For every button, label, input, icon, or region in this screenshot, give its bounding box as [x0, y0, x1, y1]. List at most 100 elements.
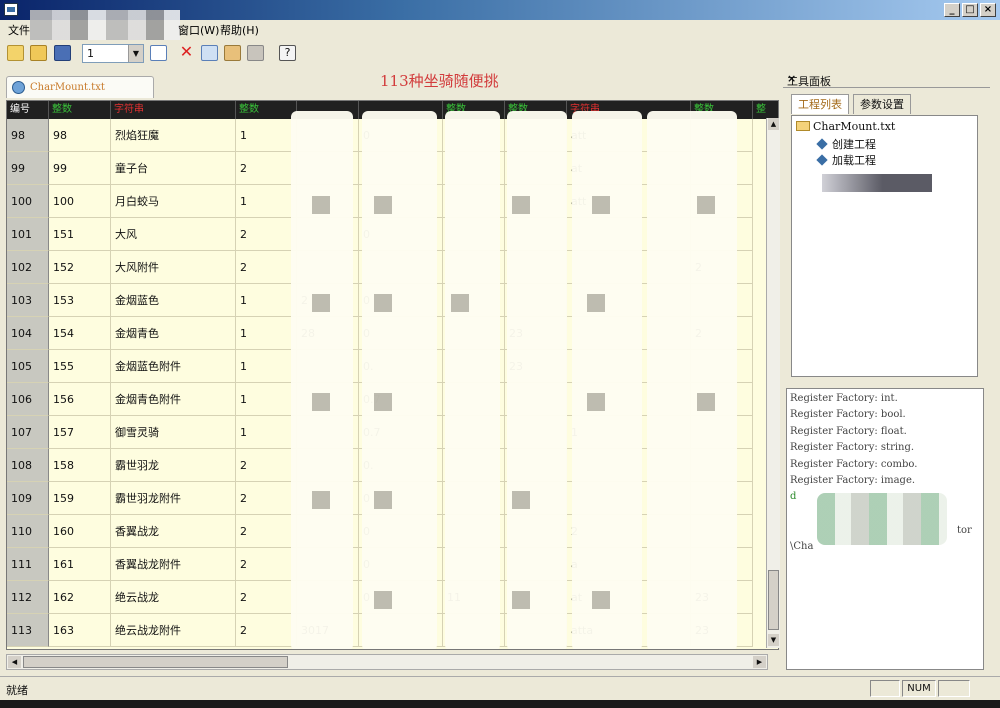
- table-cell[interactable]: 2: [297, 284, 359, 317]
- table-cell[interactable]: [691, 119, 753, 152]
- new-icon[interactable]: [7, 45, 24, 61]
- save-icon[interactable]: [54, 45, 71, 61]
- table-cell[interactable]: 2: [236, 152, 297, 185]
- table-row[interactable]: 98 98 烈焰狂魔 1 0 att: [7, 119, 778, 152]
- table-cell[interactable]: [691, 185, 753, 218]
- table-cell[interactable]: [297, 482, 359, 515]
- tree-item-create-project[interactable]: 创建工程: [816, 136, 876, 152]
- table-row[interactable]: 104 154 金烟青色 1 28 0 23 2: [7, 317, 778, 350]
- table-cell[interactable]: 159: [49, 482, 111, 515]
- table-cell[interactable]: [443, 218, 505, 251]
- table-cell[interactable]: 0.: [359, 449, 443, 482]
- menu-window[interactable]: 窗口(W): [178, 22, 219, 38]
- row-number[interactable]: 106: [7, 383, 49, 416]
- row-number[interactable]: 99: [7, 152, 49, 185]
- table-cell[interactable]: 2: [691, 317, 753, 350]
- table-cell[interactable]: [359, 152, 443, 185]
- open-icon[interactable]: [30, 45, 47, 61]
- table-cell[interactable]: 0: [359, 119, 443, 152]
- table-cell[interactable]: 100: [49, 185, 111, 218]
- table-cell[interactable]: [691, 350, 753, 383]
- column-header[interactable]: 整数: [236, 101, 297, 119]
- table-cell[interactable]: 1: [236, 416, 297, 449]
- menu-file[interactable]: 文件: [8, 22, 30, 38]
- table-cell[interactable]: 2: [236, 548, 297, 581]
- column-header[interactable]: 整数: [691, 101, 753, 119]
- table-cell[interactable]: [297, 548, 359, 581]
- scroll-up-arrow-icon[interactable]: ▲: [768, 118, 779, 130]
- table-cell[interactable]: 153: [49, 284, 111, 317]
- table-cell[interactable]: [297, 350, 359, 383]
- table-row[interactable]: 107 157 御雪灵骑 1 0.7 1: [7, 416, 778, 449]
- table-cell[interactable]: 2: [567, 515, 691, 548]
- table-cell[interactable]: 154: [49, 317, 111, 350]
- table-cell[interactable]: [359, 185, 443, 218]
- table-cell[interactable]: [505, 185, 567, 218]
- table-cell[interactable]: 11: [443, 581, 505, 614]
- table-cell[interactable]: [505, 383, 567, 416]
- table-cell[interactable]: 绝云战龙附件: [111, 614, 236, 647]
- column-header[interactable]: [359, 101, 443, 119]
- table-cell[interactable]: [505, 581, 567, 614]
- table-cell[interactable]: 1: [236, 317, 297, 350]
- table-cell[interactable]: 2: [236, 482, 297, 515]
- table-cell[interactable]: [443, 515, 505, 548]
- menu-help[interactable]: 帮助(H): [220, 22, 259, 38]
- table-cell[interactable]: [505, 614, 567, 647]
- table-cell[interactable]: [297, 449, 359, 482]
- table-cell[interactable]: 2: [691, 251, 753, 284]
- column-header[interactable]: [297, 101, 359, 119]
- table-cell[interactable]: [297, 581, 359, 614]
- row-number[interactable]: 101: [7, 218, 49, 251]
- column-header[interactable]: 字符串: [567, 101, 691, 119]
- copy-icon[interactable]: [201, 45, 218, 61]
- table-cell[interactable]: 香翼战龙附件: [111, 548, 236, 581]
- table-row[interactable]: 112 162 绝云战龙 2 0 11 at 23: [7, 581, 778, 614]
- table-cell[interactable]: [297, 383, 359, 416]
- table-cell[interactable]: [443, 350, 505, 383]
- scroll-right-arrow-icon[interactable]: ▶: [753, 656, 766, 668]
- table-row[interactable]: 105 155 金烟蓝色附件 1 0. 23: [7, 350, 778, 383]
- tree-item-load-project[interactable]: 加载工程: [816, 152, 876, 168]
- table-cell[interactable]: [691, 152, 753, 185]
- table-cell[interactable]: 2: [236, 251, 297, 284]
- table-cell[interactable]: 1: [567, 416, 691, 449]
- table-cell[interactable]: [505, 119, 567, 152]
- table-cell[interactable]: 1: [236, 383, 297, 416]
- column-header[interactable]: 编号: [7, 101, 49, 119]
- table-cell[interactable]: [297, 251, 359, 284]
- table-cell[interactable]: att: [567, 119, 691, 152]
- close-button[interactable]: ×: [980, 3, 996, 17]
- table-row[interactable]: 110 160 香翼战龙 2 0 2: [7, 515, 778, 548]
- column-header[interactable]: 字符串: [111, 101, 236, 119]
- table-cell[interactable]: 23: [691, 614, 753, 647]
- chevron-down-icon[interactable]: ▼: [128, 45, 143, 62]
- table-cell[interactable]: [691, 482, 753, 515]
- table-row[interactable]: 102 152 大风附件 2 2: [7, 251, 778, 284]
- table-cell[interactable]: [443, 251, 505, 284]
- table-cell[interactable]: 霸世羽龙附件: [111, 482, 236, 515]
- table-cell[interactable]: 0: [359, 548, 443, 581]
- table-cell[interactable]: [505, 482, 567, 515]
- table-cell[interactable]: 1: [236, 350, 297, 383]
- table-cell[interactable]: [691, 383, 753, 416]
- table-cell[interactable]: [505, 515, 567, 548]
- table-row[interactable]: 108 158 霸世羽龙 2 0.: [7, 449, 778, 482]
- table-cell[interactable]: [443, 449, 505, 482]
- table-cell[interactable]: [297, 185, 359, 218]
- column-header[interactable]: 整数: [505, 101, 567, 119]
- document-tab[interactable]: CharMount.txt: [6, 76, 154, 98]
- table-cell[interactable]: [567, 449, 691, 482]
- table-cell[interactable]: 烈焰狂魔: [111, 119, 236, 152]
- table-cell[interactable]: [443, 317, 505, 350]
- table-cell[interactable]: att: [567, 185, 691, 218]
- paste-icon[interactable]: [224, 45, 241, 61]
- table-cell[interactable]: [567, 350, 691, 383]
- tab-parameters[interactable]: 参数设置: [853, 94, 911, 114]
- table-cell[interactable]: 0.7: [359, 416, 443, 449]
- table-cell[interactable]: [297, 416, 359, 449]
- table-cell[interactable]: 2: [236, 515, 297, 548]
- table-cell[interactable]: [443, 383, 505, 416]
- table-cell[interactable]: [505, 416, 567, 449]
- table-cell[interactable]: [691, 449, 753, 482]
